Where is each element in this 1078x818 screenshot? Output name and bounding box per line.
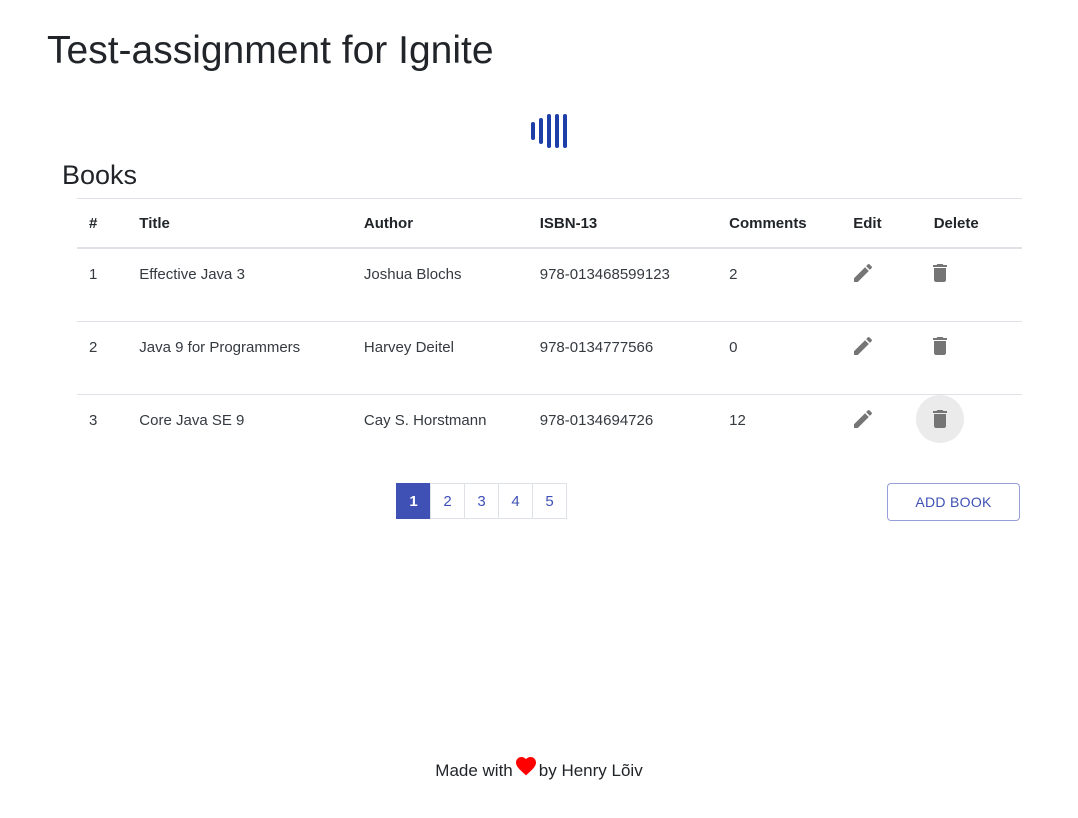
table-row: 2 Java 9 for Programmers Harvey Deitel 9… <box>77 321 1022 395</box>
page-link-2[interactable]: 2 <box>430 483 465 519</box>
book-comments: 12 <box>729 412 746 429</box>
edit-button[interactable] <box>839 395 887 443</box>
book-isbn: 978-0134777566 <box>539 339 654 356</box>
column-header-delete: Delete <box>925 198 1022 249</box>
page-link-1[interactable]: 1 <box>396 483 431 519</box>
column-header-isbn: ISBN-13 <box>539 198 730 249</box>
table-row: 1 Effective Java 3 Joshua Blochs 978-013… <box>77 248 1022 322</box>
edit-button[interactable] <box>839 249 887 297</box>
page-link-5[interactable]: 5 <box>532 483 567 519</box>
column-header-title: Title <box>139 198 364 249</box>
column-header-author: Author <box>363 198 540 249</box>
edit-button[interactable] <box>839 322 887 370</box>
book-author: Joshua Blochs <box>363 266 462 283</box>
book-title: Effective Java 3 <box>139 266 245 283</box>
book-isbn: 978-0134694726 <box>539 412 654 429</box>
trash-icon <box>932 264 947 282</box>
page-link-3[interactable]: 3 <box>464 483 499 519</box>
book-author: Harvey Deitel <box>363 339 454 356</box>
heart-icon <box>514 754 538 776</box>
audio-bars-icon <box>530 113 570 151</box>
column-header-comments: Comments <box>729 198 854 249</box>
book-number: 2 <box>89 339 98 356</box>
pencil-icon <box>854 409 873 428</box>
page-title: Test-assignment for Ignite <box>47 29 494 72</box>
footer: Made with by Henry Lõiv <box>0 757 1078 782</box>
book-isbn: 978-013468599123 <box>539 266 670 283</box>
footer-author: by Henry Lõiv <box>538 761 643 780</box>
table-header-row: # Title Author ISBN-13 Comments Edit Del… <box>77 198 1022 249</box>
pencil-icon <box>854 336 873 355</box>
delete-button[interactable] <box>916 322 964 370</box>
book-number: 3 <box>89 412 98 429</box>
add-book-button[interactable]: ADD BOOK <box>887 483 1020 521</box>
book-number: 1 <box>89 266 98 283</box>
delete-button[interactable] <box>916 249 964 297</box>
section-title: Books <box>62 160 138 190</box>
table-row: 3 Core Java SE 9 Cay S. Horstmann 978-01… <box>77 395 1022 468</box>
column-header-edit: Edit <box>853 198 926 249</box>
pencil-icon <box>854 263 873 282</box>
book-comments: 0 <box>729 339 738 356</box>
pagination: 1 2 3 4 5 <box>396 483 567 519</box>
trash-icon <box>932 410 947 428</box>
column-header-number: # <box>77 198 140 249</box>
book-author: Cay S. Horstmann <box>363 412 487 429</box>
page-link-4[interactable]: 4 <box>498 483 533 519</box>
trash-icon <box>932 337 947 355</box>
delete-button[interactable] <box>915 395 964 443</box>
books-table: # Title Author ISBN-13 Comments Edit Del… <box>77 198 1022 467</box>
book-title: Core Java SE 9 <box>139 412 245 429</box>
book-title: Java 9 for Programmers <box>139 339 301 356</box>
book-comments: 2 <box>729 266 738 283</box>
footer-made-with: Made with <box>435 761 513 780</box>
